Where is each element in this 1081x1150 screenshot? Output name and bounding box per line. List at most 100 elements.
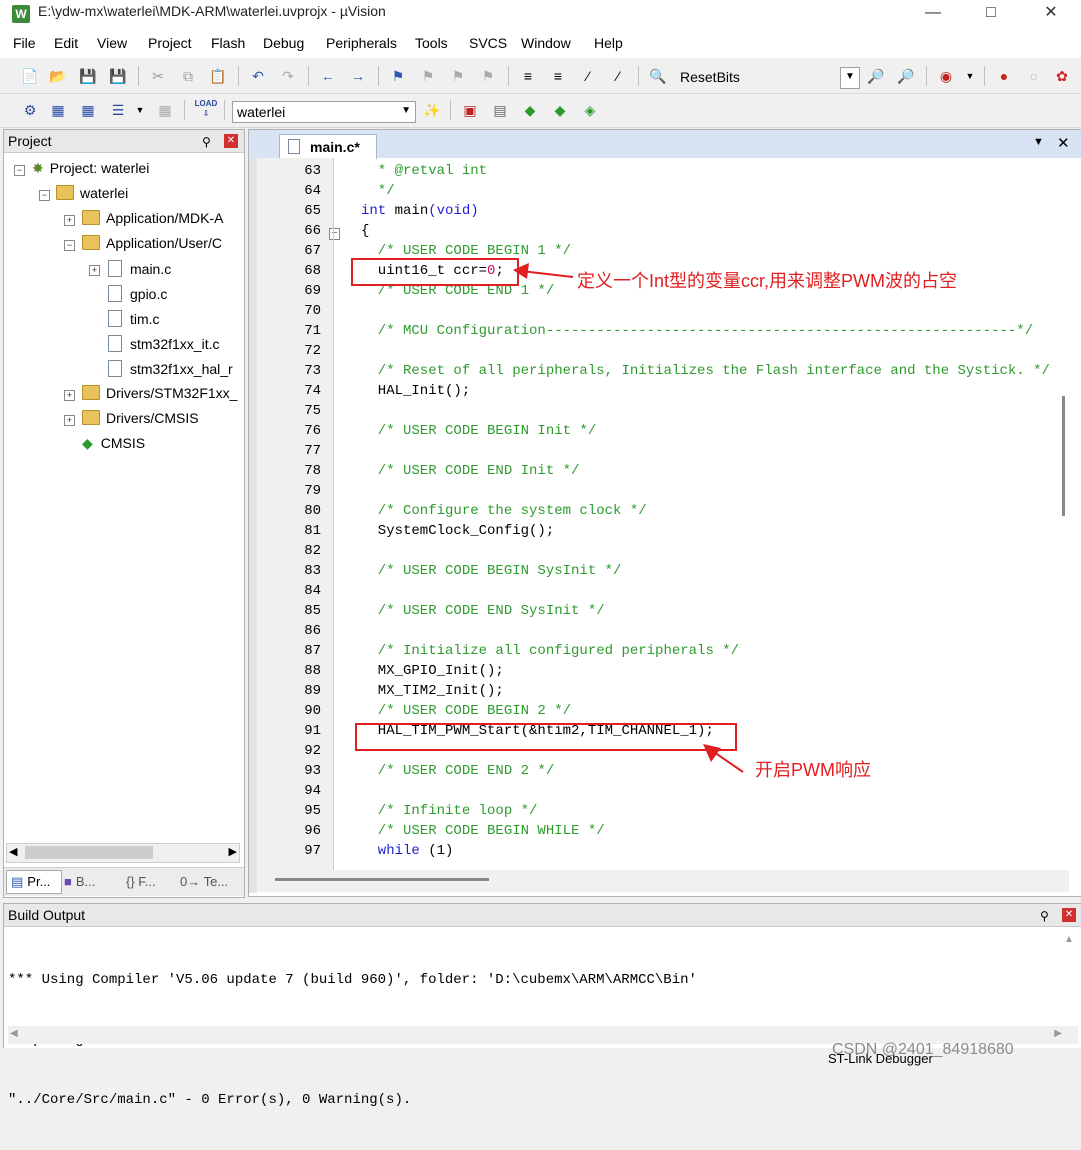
navigate-forward-icon[interactable]: → <box>348 66 368 86</box>
breakpoint-icon[interactable]: ● <box>994 66 1014 86</box>
save-icon[interactable]: 💾 <box>78 66 98 86</box>
editor-v-scrollbar[interactable] <box>1059 158 1073 870</box>
debug-dropdown-icon[interactable]: ▼ <box>960 66 980 86</box>
project-h-scrollbar[interactable]: ◀ ▶ <box>6 843 240 863</box>
tree-project-root[interactable]: ✸ Project: waterlei <box>32 160 149 177</box>
expand-icon[interactable]: + <box>89 265 100 276</box>
cut-icon[interactable]: ✂ <box>148 66 168 86</box>
tree-component-cmsis[interactable]: ◆ CMSIS <box>82 435 145 452</box>
tree-target-waterlei[interactable]: waterlei <box>56 185 128 201</box>
minimize-button[interactable]: — <box>910 2 956 26</box>
load-icon[interactable]: LOAD ⇩ <box>194 99 218 121</box>
tree-file-stm32f1xx-it-c[interactable]: stm32f1xx_it.c <box>108 335 219 352</box>
expand-icon[interactable]: + <box>64 215 75 226</box>
find-in-files-icon[interactable]: 🔍 <box>648 66 668 86</box>
redo-icon[interactable]: ↷ <box>278 66 298 86</box>
menu-debug[interactable]: Debug <box>263 35 304 51</box>
rebuild-icon[interactable]: ▦ <box>78 100 98 120</box>
new-file-icon[interactable]: 📄 <box>20 66 40 86</box>
incremental-find-icon[interactable]: 🔎 <box>866 66 886 86</box>
menu-flash[interactable]: Flash <box>211 35 245 51</box>
menu-svcs[interactable]: SVCS <box>469 35 507 51</box>
tab-functions[interactable]: {} F... <box>126 872 176 892</box>
paste-icon[interactable]: 📋 <box>208 66 228 86</box>
batch-dropdown-icon[interactable]: ▼ <box>130 100 150 120</box>
unindent-icon[interactable]: ≡ <box>548 66 568 86</box>
disable-breakpoint-icon[interactable]: ○ <box>1024 66 1044 86</box>
collapse-icon[interactable]: − <box>39 190 50 201</box>
line-number: 78 <box>304 463 321 479</box>
close-tab-icon[interactable]: ✕ <box>1057 134 1070 152</box>
debug-session-icon[interactable]: ◉ <box>936 66 956 86</box>
close-panel-icon[interactable]: ✕ <box>1062 908 1076 922</box>
tree-group-application-user[interactable]: Application/User/C <box>82 235 222 251</box>
tree-group-drivers-stm32[interactable]: Drivers/STM32F1xx_ <box>82 385 237 401</box>
navigate-back-icon[interactable]: ← <box>318 66 338 86</box>
manage-project-items-icon[interactable]: ▣ <box>460 100 480 120</box>
options-for-target-icon[interactable]: ✨ <box>422 100 442 120</box>
menu-window[interactable]: Window <box>521 35 571 51</box>
build-v-scrollbar[interactable]: ▲ <box>1064 930 1078 1026</box>
scroll-left-icon[interactable]: ◀ <box>9 845 17 858</box>
tree-file-main-c[interactable]: main.c <box>108 260 171 277</box>
tab-books[interactable]: ■ B... <box>64 872 120 892</box>
clear-bookmarks-icon[interactable]: ⚑ <box>478 66 498 86</box>
scroll-right-icon[interactable]: ▶ <box>229 845 237 858</box>
kill-breakpoints-icon[interactable]: ✿ <box>1052 66 1072 86</box>
scroll-right-icon[interactable]: ▶ <box>1054 1028 1062 1039</box>
indent-icon[interactable]: ≡ <box>518 66 538 86</box>
copy-icon[interactable]: ⧉ <box>178 66 198 86</box>
manage-rte-icon[interactable]: ◆ <box>520 100 540 120</box>
scroll-thumb[interactable] <box>1062 396 1065 516</box>
pin-icon[interactable]: ⚲ <box>1040 905 1049 927</box>
close-panel-icon[interactable]: ✕ <box>224 134 238 148</box>
tab-list-dropdown-icon[interactable]: ▼ <box>1033 136 1044 148</box>
comment-icon[interactable]: ⁄ <box>578 66 598 86</box>
tab-templates[interactable]: 0→ Te... <box>180 872 242 892</box>
menu-project[interactable]: Project <box>148 35 192 51</box>
maximize-button[interactable]: □ <box>968 2 1014 26</box>
pin-icon[interactable]: ⚲ <box>202 131 211 153</box>
build-icon[interactable]: ▦ <box>48 100 68 120</box>
batch-build-icon[interactable]: ☰ <box>108 100 128 120</box>
menu-edit[interactable]: Edit <box>54 35 78 51</box>
uncomment-icon[interactable]: ⁄ <box>608 66 628 86</box>
expand-icon[interactable]: + <box>64 415 75 426</box>
menu-file[interactable]: File <box>13 35 36 51</box>
file-icon <box>108 310 122 327</box>
manage-components-icon[interactable]: ▤ <box>490 100 510 120</box>
translate-icon[interactable]: ⚙ <box>20 100 40 120</box>
scroll-left-icon[interactable]: ◀ <box>10 1028 18 1039</box>
pack-installer-icon[interactable]: ◈ <box>580 100 600 120</box>
tree-file-stm32f1xx-hal-msp[interactable]: stm32f1xx_hal_r <box>108 360 233 377</box>
bookmark-icon[interactable]: ⚑ <box>388 66 408 86</box>
tree-file-tim-c[interactable]: tim.c <box>108 310 160 327</box>
find-icon[interactable]: 🔎 <box>896 66 916 86</box>
tab-main-c[interactable]: main.c* <box>279 134 377 159</box>
scroll-up-icon[interactable]: ▲ <box>1064 934 1074 945</box>
target-select[interactable]: waterlei ▼ <box>232 101 416 123</box>
close-button[interactable]: ✕ <box>1028 2 1074 26</box>
menu-help[interactable]: Help <box>594 35 623 51</box>
save-all-icon[interactable]: 💾 <box>108 66 128 86</box>
next-bookmark-icon[interactable]: ⚑ <box>448 66 468 86</box>
undo-icon[interactable]: ↶ <box>248 66 268 86</box>
menu-peripherals[interactable]: Peripherals <box>326 35 397 51</box>
tree-group-application-mdk[interactable]: Application/MDK-A <box>82 210 224 226</box>
collapse-icon[interactable]: − <box>14 165 25 176</box>
editor-h-scrollbar[interactable] <box>257 870 1069 892</box>
tree-file-gpio-c[interactable]: gpio.c <box>108 285 167 302</box>
expand-icon[interactable]: + <box>64 390 75 401</box>
scroll-thumb[interactable] <box>25 846 153 859</box>
scroll-thumb[interactable] <box>275 878 489 881</box>
select-packs-icon[interactable]: ◆ <box>550 100 570 120</box>
find-combo-dropdown[interactable]: ▼ <box>840 67 860 89</box>
tab-project[interactable]: ▤ Pr... <box>6 870 62 894</box>
menu-view[interactable]: View <box>97 35 127 51</box>
collapse-icon[interactable]: − <box>64 240 75 251</box>
menu-tools[interactable]: Tools <box>415 35 448 51</box>
prev-bookmark-icon[interactable]: ⚑ <box>418 66 438 86</box>
tree-group-drivers-cmsis[interactable]: Drivers/CMSIS <box>82 410 199 426</box>
open-file-icon[interactable]: 📂 <box>48 66 68 86</box>
stop-build-icon[interactable]: ▦ <box>155 100 175 120</box>
